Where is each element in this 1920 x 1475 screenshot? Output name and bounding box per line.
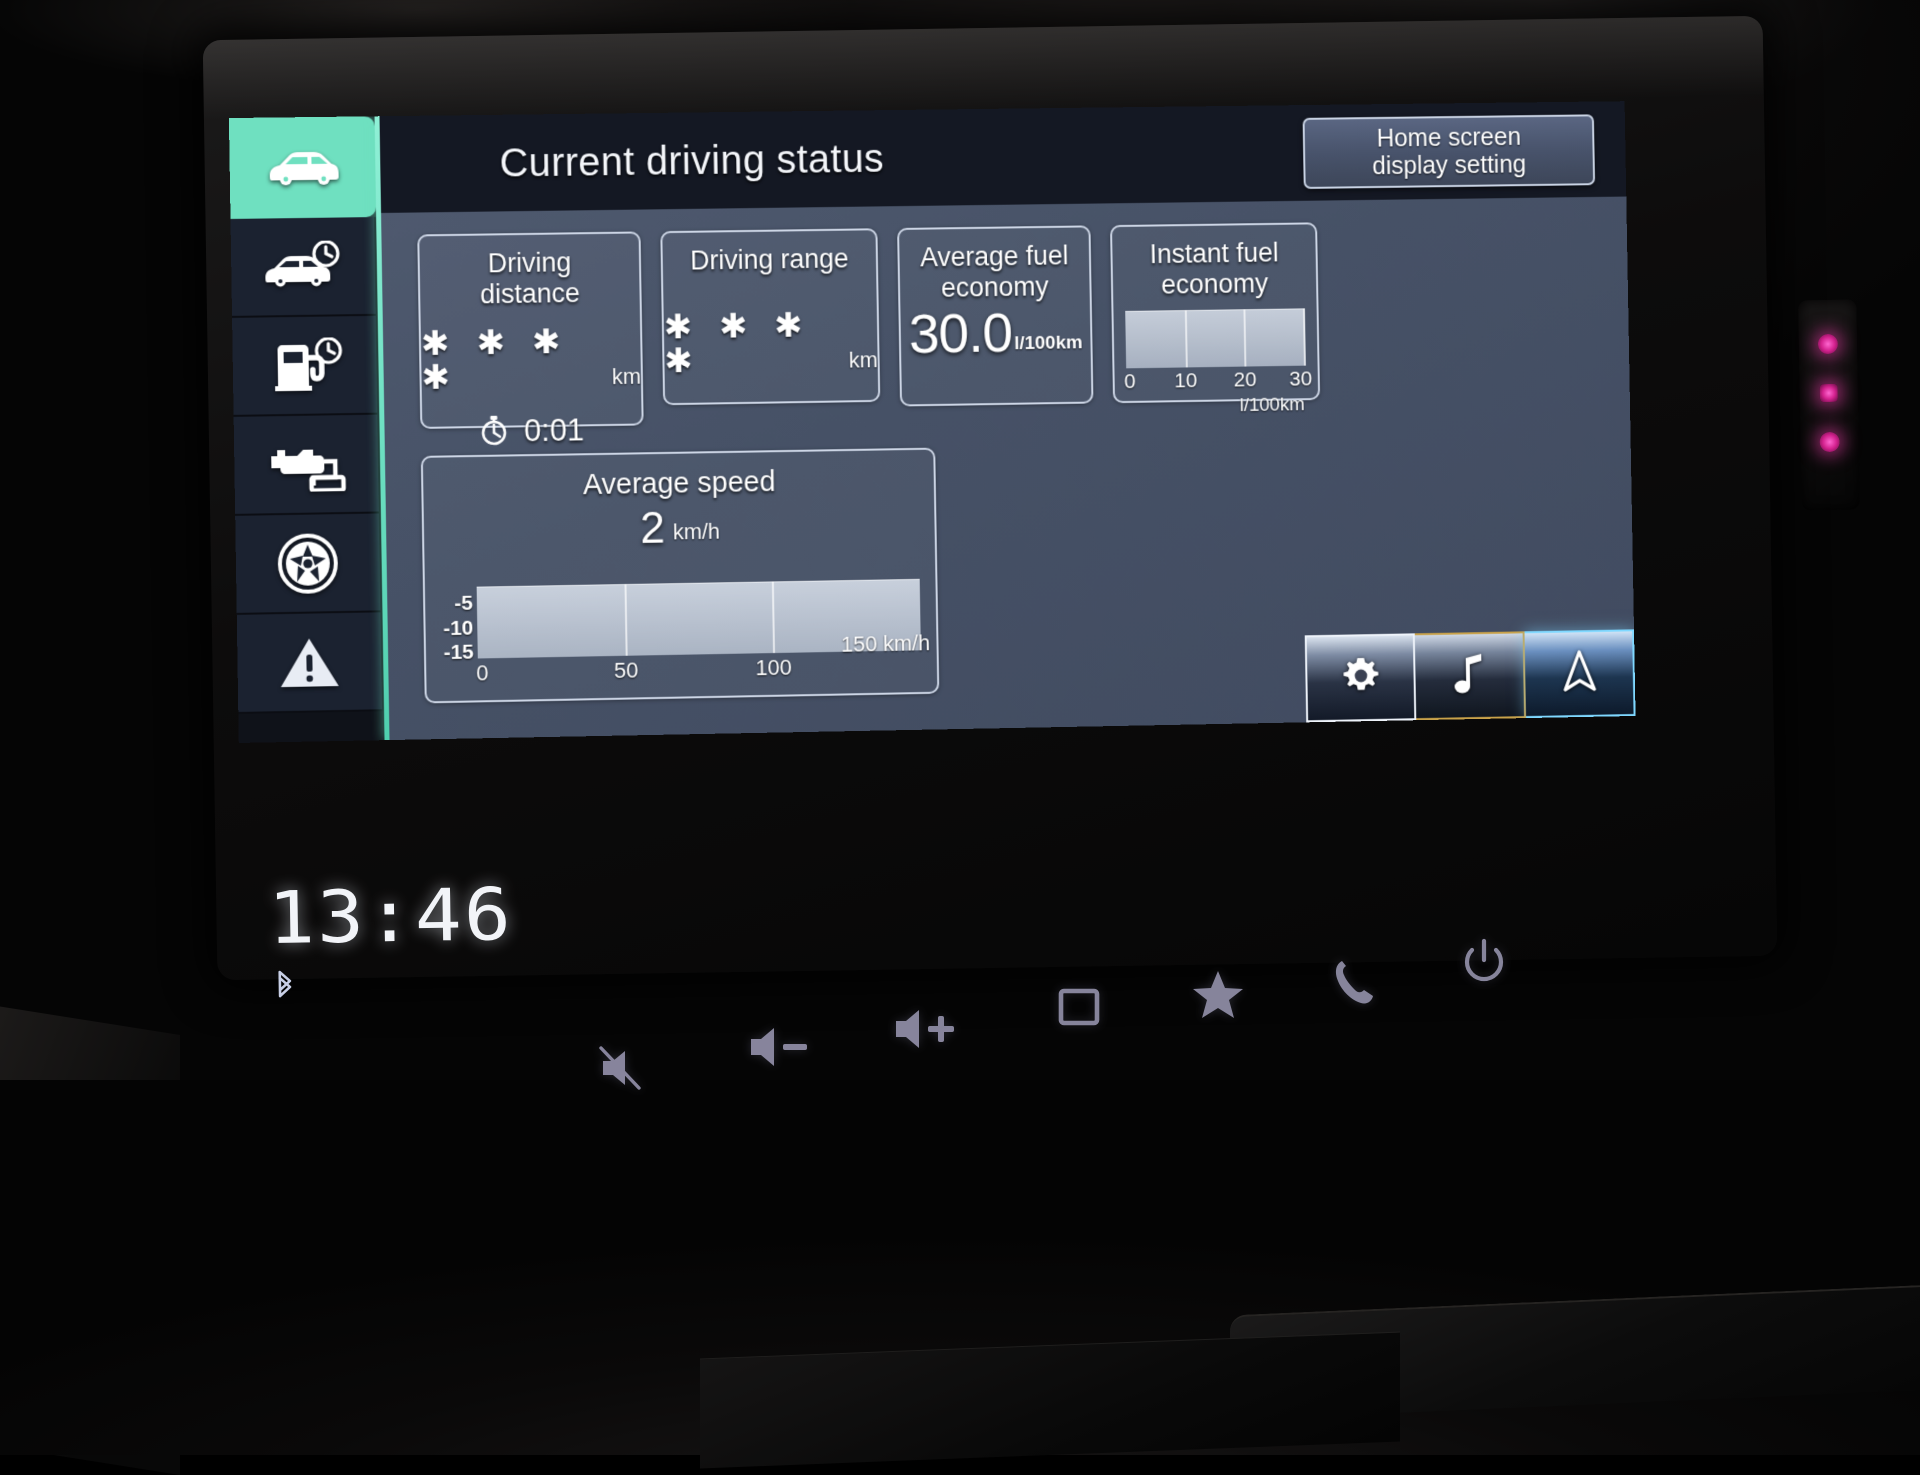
average-speed-value: 2: [640, 505, 666, 550]
infotainment-screen[interactable]: Current driving status Home screen displ…: [229, 101, 1636, 743]
launch-settings-button[interactable]: [1305, 633, 1417, 722]
average-fuel-economy-title: Average fuel economy: [899, 227, 1090, 303]
card-average-speed[interactable]: Average speed 2 km/h -5 -10 -15: [421, 448, 940, 704]
average-fuel-economy-unit: l/100km: [1014, 332, 1083, 355]
average-fuel-economy-value-row: 30.0 l/100km: [900, 303, 1090, 361]
status-cards-row: Driving distance ✱ ✱ ✱ ✱ km: [417, 218, 1609, 428]
music-note-icon: [1452, 650, 1488, 701]
navigation-arrow-icon: [1561, 648, 1597, 699]
phone-button[interactable]: [1330, 956, 1376, 1008]
driving-distance-title: Driving distance: [419, 233, 640, 310]
sidebar-item-warnings[interactable]: [237, 612, 384, 714]
average-speed-unit: km/h: [673, 519, 721, 546]
hardware-button-row: [0, 930, 1920, 1090]
sidebar-item-vehicle-status[interactable]: [229, 116, 376, 219]
screen-off-button[interactable]: [1055, 985, 1105, 1031]
driving-time-value: 0:01: [524, 412, 584, 449]
tick-label-0: 0: [1124, 370, 1136, 394]
speed-tick-50: [625, 584, 628, 656]
led-bottom: [1819, 432, 1839, 452]
screen-content: Current driving status Home screen displ…: [380, 101, 1636, 740]
instant-fuel-gauge-bar: [1125, 308, 1306, 368]
car-icon: [263, 147, 341, 188]
mute-button[interactable]: [595, 1042, 651, 1094]
driving-time-row: 0:01: [422, 411, 642, 451]
y-tick-minus10: -10: [443, 617, 474, 640]
stopwatch-icon: [480, 413, 508, 450]
driving-distance-value-row: ✱ ✱ ✱ ✱ km: [421, 324, 641, 395]
fuel-pump-clock-icon: [263, 337, 346, 394]
sidebar-item-fuel-history[interactable]: [232, 316, 379, 417]
driving-range-title: Driving range: [662, 230, 876, 276]
gauge-tick-10: [1185, 310, 1188, 367]
led-top: [1818, 334, 1838, 354]
home-button-line2: display setting: [1372, 151, 1526, 181]
average-speed-chart: -5 -10 -15 0 50 100: [477, 579, 922, 693]
quick-launch-bar[interactable]: [1305, 629, 1636, 722]
instant-fuel-economy-title: Instant fuel economy: [1112, 224, 1316, 300]
card-driving-range[interactable]: Driving range ✱ ✱ ✱ ✱ km: [660, 228, 880, 405]
sidebar[interactable]: [229, 116, 385, 743]
average-speed-title: Average speed: [423, 450, 934, 505]
y-tick-minus5: -5: [454, 593, 473, 616]
power-button[interactable]: [1460, 938, 1508, 990]
favourite-button[interactable]: [1190, 968, 1246, 1022]
x-tick-100: 100: [755, 655, 792, 682]
status-panel: Driving distance ✱ ✱ ✱ ✱ km: [381, 197, 1635, 741]
warning-triangle-icon: [278, 634, 341, 691]
home-screen-display-setting-button[interactable]: Home screen display setting: [1303, 114, 1596, 189]
indicator-led-housing: [1798, 300, 1860, 511]
x-tick-0: 0: [476, 660, 489, 686]
card-instant-fuel-economy[interactable]: Instant fuel economy 0 10: [1110, 222, 1320, 403]
sidebar-item-trip-info[interactable]: [231, 217, 378, 318]
led-middle: [1820, 384, 1838, 402]
launch-media-button[interactable]: [1415, 631, 1526, 720]
driving-distance-value: ✱ ✱ ✱ ✱: [421, 324, 603, 394]
instant-fuel-gauge-ticklabels: 0 10 20 30: [1126, 367, 1306, 395]
tick-label-20: 20: [1233, 368, 1256, 392]
speed-tick-100: [772, 581, 775, 653]
instant-fuel-economy-gauge: 0 10 20 30 l/100km: [1125, 308, 1307, 418]
driving-range-value-row: ✱ ✱ ✱ ✱ km: [664, 307, 878, 378]
driving-range-unit: km: [849, 347, 878, 373]
screen-header: Current driving status Home screen displ…: [380, 101, 1627, 213]
average-speed-x-axis: 0 50 100 150 km/h: [478, 652, 922, 688]
home-button-line1: Home screen: [1376, 123, 1521, 152]
x-tick-150: 150 km/h: [841, 630, 931, 657]
centre-console: Current driving status Home screen displ…: [0, 0, 1920, 1455]
driving-distance-unit: km: [612, 363, 641, 389]
average-speed-value-row: 2 km/h: [424, 500, 935, 553]
average-fuel-economy-value: 30.0: [908, 304, 1012, 361]
average-speed-y-axis: -5 -10 -15: [429, 593, 474, 666]
tick-label-10: 10: [1174, 369, 1197, 393]
volume-down-button[interactable]: [745, 1022, 821, 1072]
card-driving-distance[interactable]: Driving distance ✱ ✱ ✱ ✱ km: [417, 231, 643, 429]
engine-battery-icon: [263, 437, 350, 492]
gauge-tick-30: [1303, 308, 1306, 365]
wheel-icon: [276, 532, 339, 595]
driving-range-value: ✱ ✱ ✱ ✱: [664, 308, 841, 378]
car-clock-icon: [261, 240, 346, 293]
y-tick-minus15: -15: [443, 642, 474, 665]
launch-navigation-button[interactable]: [1525, 629, 1636, 718]
x-tick-50: 50: [614, 658, 639, 684]
sidebar-item-energy-flow[interactable]: [234, 415, 381, 516]
gear-icon: [1339, 653, 1383, 702]
volume-up-button[interactable]: [890, 1002, 968, 1058]
gauge-tick-20: [1244, 309, 1247, 366]
sidebar-item-tyre-pressure[interactable]: [235, 513, 382, 614]
display-bezel: Current driving status Home screen displ…: [203, 16, 1778, 980]
tick-label-30: 30: [1289, 367, 1312, 391]
card-average-fuel-economy[interactable]: Average fuel economy 30.0 l/100km: [897, 225, 1093, 406]
instant-fuel-economy-unit: l/100km: [1127, 394, 1307, 419]
page-title: Current driving status: [499, 136, 884, 186]
